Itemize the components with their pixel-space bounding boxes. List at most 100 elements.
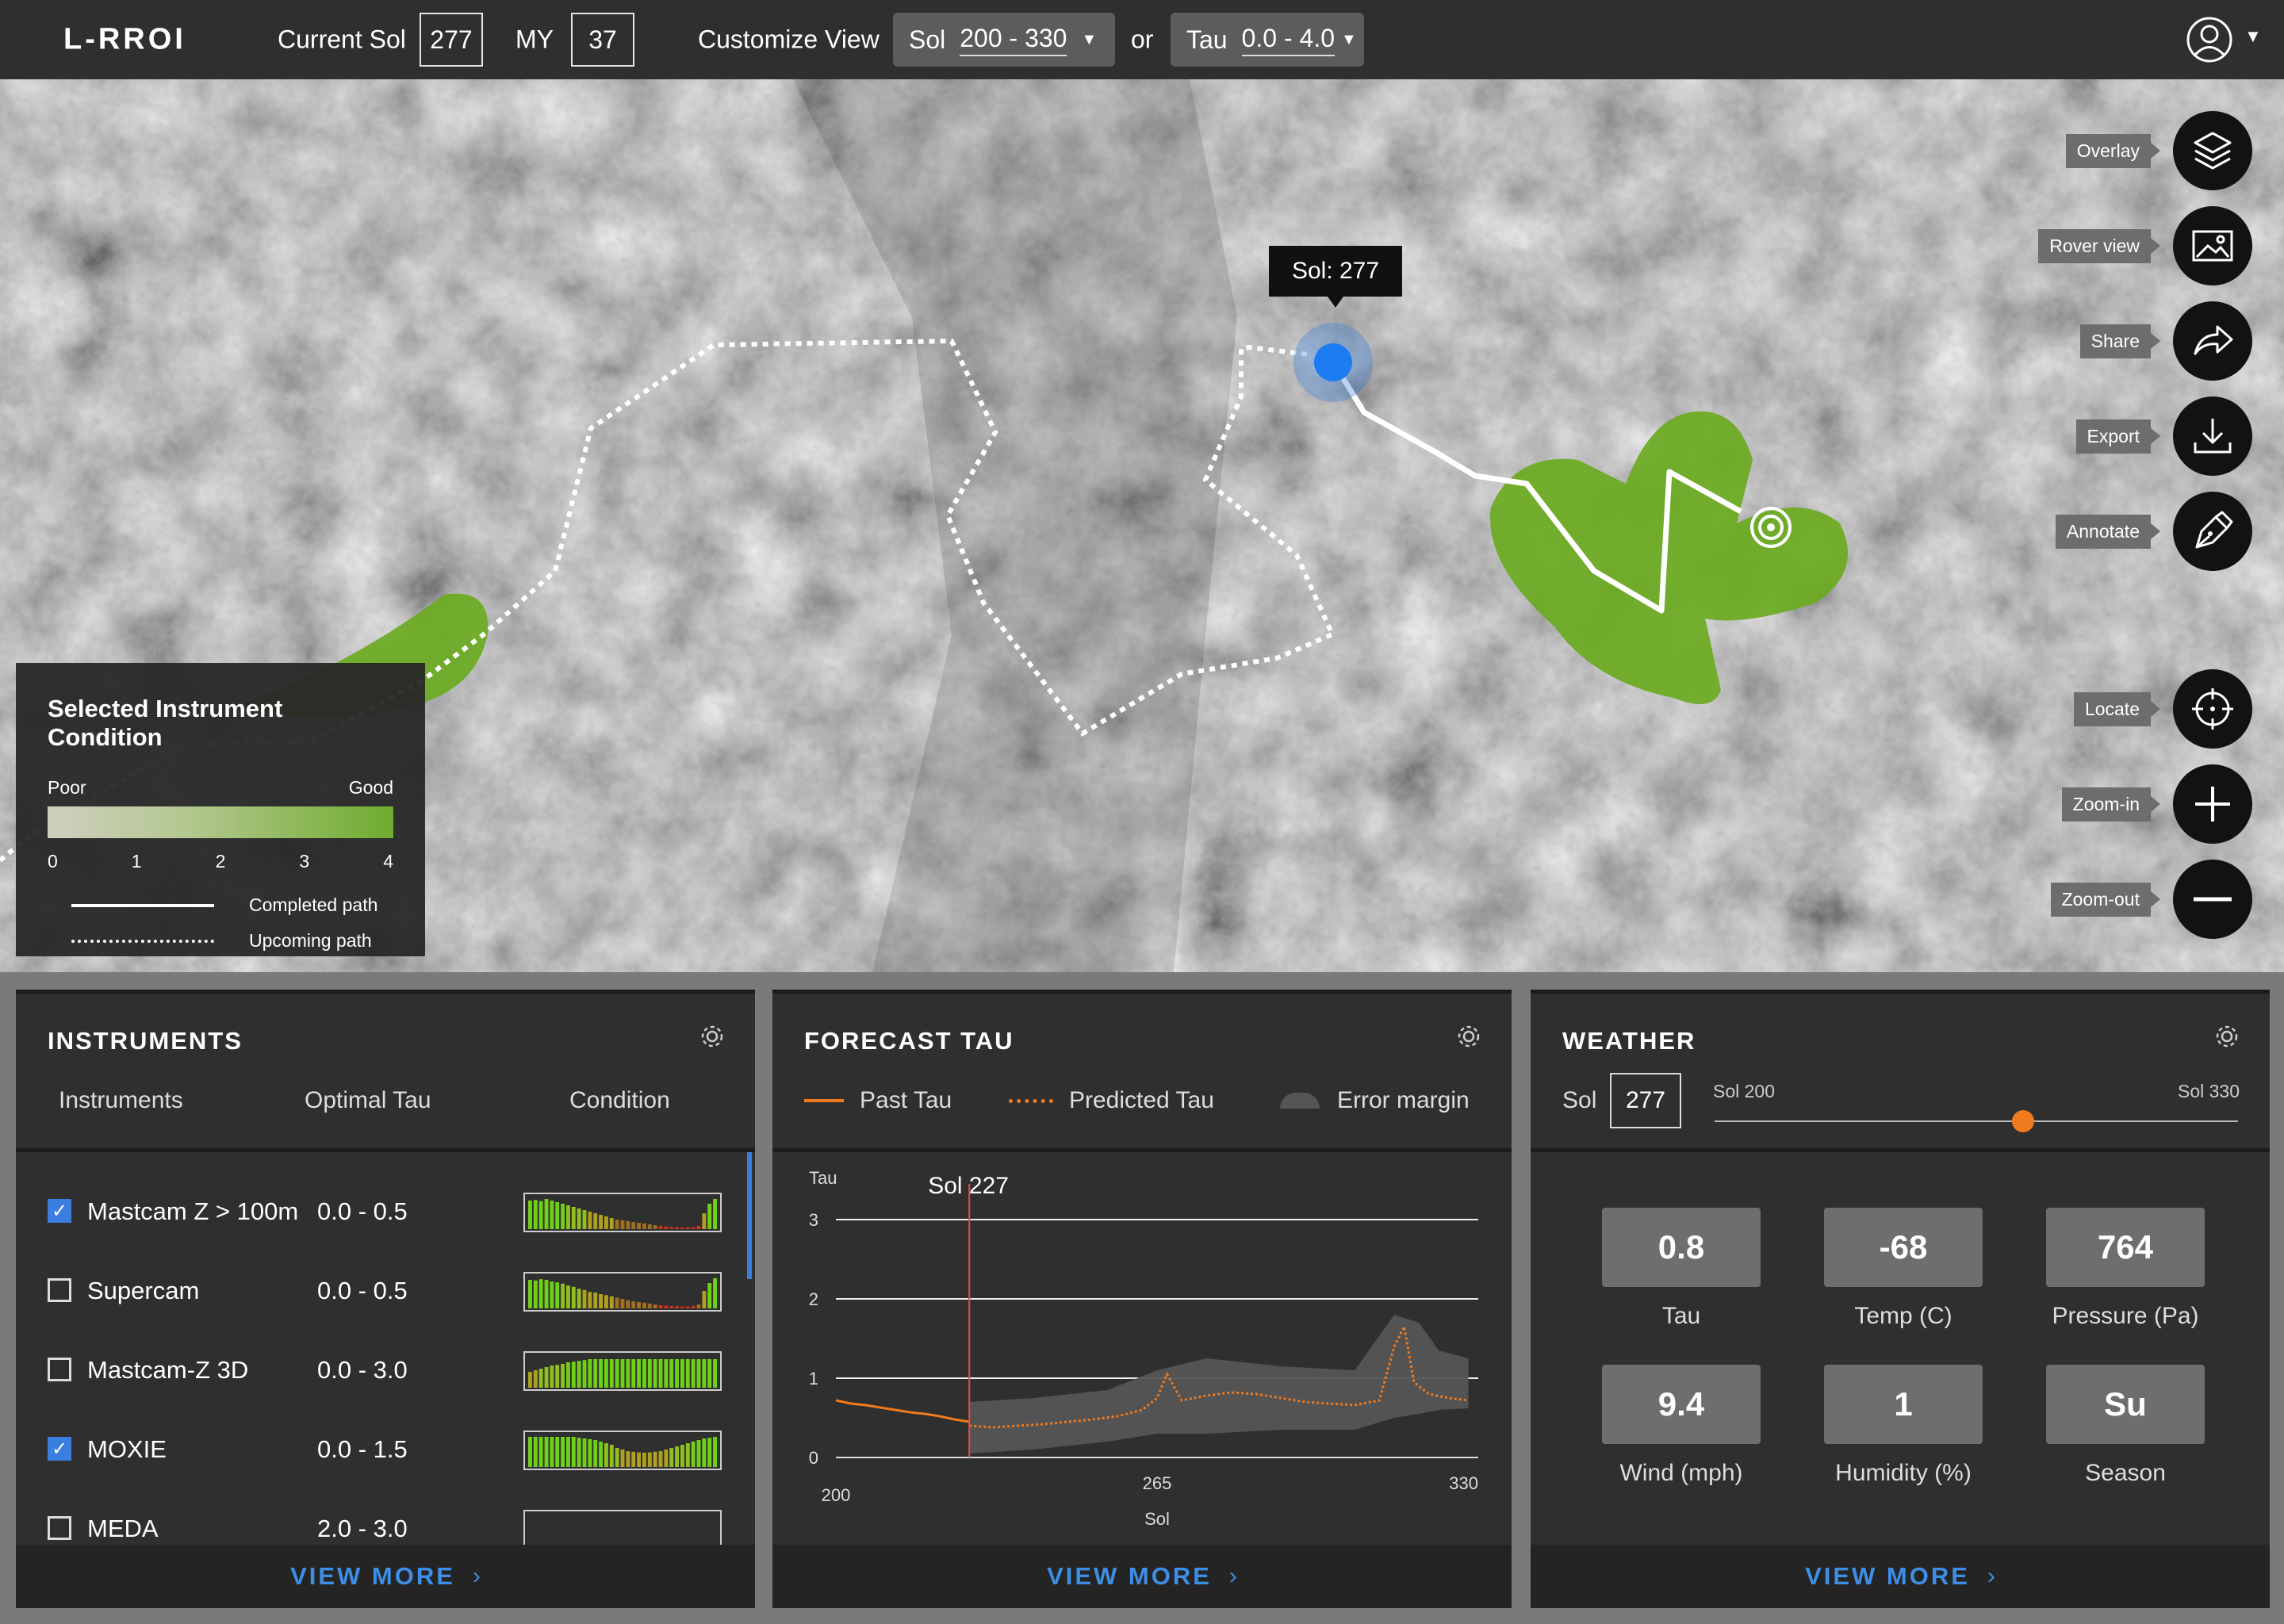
zoom-in-button[interactable] [2173, 764, 2252, 844]
layers-icon [2194, 132, 2232, 170]
condition-bar [555, 1282, 560, 1308]
past-tau-line [835, 1399, 970, 1423]
condition-bar [528, 1280, 532, 1308]
condition-bar [713, 1437, 717, 1467]
condition-bar [566, 1362, 570, 1388]
weather-value-label: Pressure (Pa) [2052, 1303, 2199, 1329]
condition-bar [561, 1204, 565, 1229]
condition-bar [604, 1216, 608, 1229]
weather-value-label: Humidity (%) [1835, 1460, 1972, 1486]
locate-tool[interactable]: Locate [2073, 669, 2252, 749]
view-more-link[interactable]: VIEW MORE [1805, 1562, 1970, 1591]
condition-bar [691, 1359, 696, 1388]
condition-bar [691, 1305, 696, 1308]
zoom-out-tool[interactable]: Zoom-out [2050, 860, 2252, 939]
sol-tooltip: Sol: 277 [1269, 246, 1402, 308]
condition-bar [664, 1450, 669, 1467]
condition-bar [544, 1199, 549, 1229]
locate-button[interactable] [2173, 669, 2252, 749]
gear-icon[interactable] [698, 1022, 726, 1051]
instrument-checkbox[interactable] [48, 1516, 71, 1540]
zoom-in-tool[interactable]: Zoom-in [2061, 764, 2252, 844]
customize-view-label: Customize View [698, 25, 879, 54]
legend-tick: 3 [299, 851, 310, 871]
zoom-in-label: Zoom-in [2061, 787, 2151, 822]
scrollbar[interactable] [747, 1152, 752, 1279]
condition-bar [669, 1448, 674, 1467]
download-icon [2194, 419, 2232, 454]
sol-range-dropdown[interactable]: Sol 200 - 330 ▼ [893, 13, 1115, 67]
zoom-out-button[interactable] [2173, 860, 2252, 939]
condition-bar [713, 1278, 717, 1308]
condition-bar [637, 1302, 641, 1308]
export-tool[interactable]: Export [2075, 396, 2252, 476]
condition-bar [588, 1438, 592, 1467]
current-sol-field[interactable]: 277 [420, 13, 483, 67]
instrument-checkbox[interactable] [48, 1358, 71, 1381]
instruments-title: INSTRUMENTS [48, 1027, 243, 1055]
annotate-tool[interactable]: Annotate [2055, 492, 2252, 571]
condition-bar [637, 1359, 641, 1388]
condition-bar [631, 1359, 636, 1388]
panel-divider [1531, 1148, 2270, 1152]
condition-bar [588, 1212, 592, 1229]
legend-tick: 4 [383, 851, 393, 871]
instruments-footer: VIEW MORE › [16, 1545, 755, 1608]
gear-icon[interactable] [1454, 1022, 1483, 1051]
condition-bar [658, 1451, 663, 1467]
condition-bar [631, 1222, 636, 1229]
condition-bar [593, 1293, 598, 1308]
weather-title: WEATHER [1562, 1027, 1696, 1055]
overlay-tool[interactable]: Overlay [2065, 111, 2252, 190]
condition-bar [647, 1452, 652, 1467]
condition-bar [647, 1304, 652, 1308]
condition-bar [669, 1227, 674, 1229]
condition-bar [685, 1306, 690, 1308]
share-button[interactable] [2173, 301, 2252, 381]
condition-bar [680, 1306, 684, 1308]
forecast-title: FORECAST TAU [804, 1027, 1014, 1055]
chevron-right-icon[interactable]: › [473, 1563, 481, 1590]
condition-bar [707, 1283, 712, 1308]
export-button[interactable] [2173, 396, 2252, 476]
condition-bar [642, 1453, 646, 1467]
slider-track [1715, 1120, 2238, 1122]
sol-slider[interactable] [1715, 1109, 2238, 1133]
instrument-checkbox[interactable]: ✓ [48, 1437, 71, 1461]
share-tool[interactable]: Share [2079, 301, 2252, 381]
gear-icon[interactable] [2213, 1022, 2241, 1051]
condition-bar [599, 1359, 603, 1388]
condition-bar [626, 1221, 630, 1229]
user-menu-caret-icon[interactable]: ▼ [2244, 26, 2262, 47]
instrument-row[interactable]: Supercam 0.0 - 0.5 [16, 1251, 745, 1331]
weather-sol-field[interactable]: 277 [1610, 1073, 1681, 1128]
instrument-checkbox[interactable] [48, 1278, 71, 1302]
instrument-row[interactable]: ✓ MOXIE 0.0 - 1.5 [16, 1410, 745, 1489]
overlay-button[interactable] [2173, 111, 2252, 190]
chevron-right-icon[interactable]: › [1987, 1563, 1995, 1590]
condition-bar [669, 1305, 674, 1308]
instrument-row[interactable]: Mastcam-Z 3D 0.0 - 3.0 [16, 1331, 745, 1410]
view-more-link[interactable]: VIEW MORE [290, 1562, 455, 1591]
view-more-link[interactable]: VIEW MORE [1047, 1562, 1212, 1591]
map-view[interactable]: Sol: 277 Overlay Rover view Share Export… [0, 79, 2284, 972]
rover-location-marker[interactable] [1293, 323, 1373, 402]
legend-error-margin: Error margin [1280, 1087, 1470, 1114]
user-account-icon[interactable] [2186, 16, 2233, 63]
condition-bar [577, 1208, 581, 1229]
rover-view-button[interactable] [2173, 206, 2252, 285]
instrument-optimal-tau: 0.0 - 3.0 [317, 1356, 408, 1384]
rover-view-tool[interactable]: Rover view [2038, 206, 2252, 285]
annotate-button[interactable] [2173, 492, 2252, 571]
condition-bar [528, 1372, 532, 1388]
slider-thumb[interactable] [2012, 1110, 2035, 1132]
instrument-checkbox[interactable]: ✓ [48, 1199, 71, 1223]
condition-bar [566, 1437, 570, 1467]
tau-range-dropdown[interactable]: Tau 0.0 - 4.0 ▼ [1171, 13, 1364, 67]
condition-bar [593, 1440, 598, 1467]
chevron-right-icon[interactable]: › [1229, 1563, 1237, 1590]
my-field[interactable]: 37 [571, 13, 634, 67]
instrument-optimal-tau: 0.0 - 0.5 [317, 1197, 408, 1225]
condition-bar [544, 1280, 549, 1308]
instrument-row[interactable]: ✓ Mastcam Z > 100m 0.0 - 0.5 [16, 1172, 745, 1251]
